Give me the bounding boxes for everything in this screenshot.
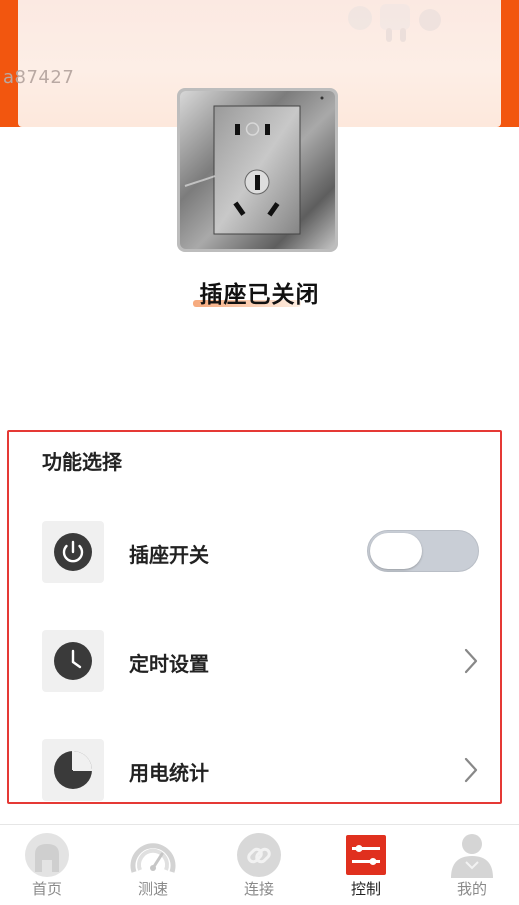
- wall-socket-image: [177, 88, 338, 252]
- chevron-right-icon: [464, 757, 478, 783]
- tab-label: 控制: [350, 880, 381, 898]
- link-icon: [237, 833, 281, 877]
- tab-profile[interactable]: 我的: [420, 825, 519, 905]
- row-label: 插座开关: [129, 543, 209, 567]
- row-label: 用电统计: [129, 761, 209, 785]
- chevron-right-icon: [464, 648, 478, 674]
- toggle-knob: [370, 533, 422, 569]
- panel-title: 功能选择: [42, 450, 122, 474]
- tab-label: 连接: [243, 880, 274, 898]
- user-icon: [451, 834, 493, 878]
- speedometer-icon: [130, 843, 176, 873]
- row-timer-settings[interactable]: 定时设置: [9, 630, 499, 694]
- socket-power-toggle[interactable]: [367, 530, 479, 572]
- clock-icon: [42, 630, 104, 692]
- tab-label: 首页: [31, 880, 62, 898]
- row-power-stats[interactable]: 用电统计: [9, 739, 499, 802]
- row-label: 定时设置: [129, 652, 209, 676]
- tab-home[interactable]: 首页: [0, 825, 99, 905]
- function-panel: 功能选择 插座开关 定时设置 用电统计: [7, 430, 502, 804]
- socket-status-text: 插座已关闭: [199, 282, 320, 308]
- decoration-figure-icon: [348, 4, 441, 42]
- tab-label: 我的: [456, 880, 487, 898]
- power-icon: [42, 521, 104, 583]
- tab-speed-test[interactable]: 测速: [101, 825, 205, 905]
- home-icon: [25, 833, 69, 877]
- pie-chart-icon: [42, 739, 104, 801]
- tab-control[interactable]: 控制: [314, 825, 418, 905]
- row-socket-switch: 插座开关: [9, 521, 499, 585]
- bottom-tab-bar: 首页 测速 连接 控制 我的: [0, 824, 519, 905]
- tab-connect[interactable]: 连接: [207, 825, 311, 905]
- control-sliders-icon: [346, 835, 386, 875]
- device-id-label: a87427: [3, 67, 75, 88]
- tab-label: 测速: [137, 880, 168, 898]
